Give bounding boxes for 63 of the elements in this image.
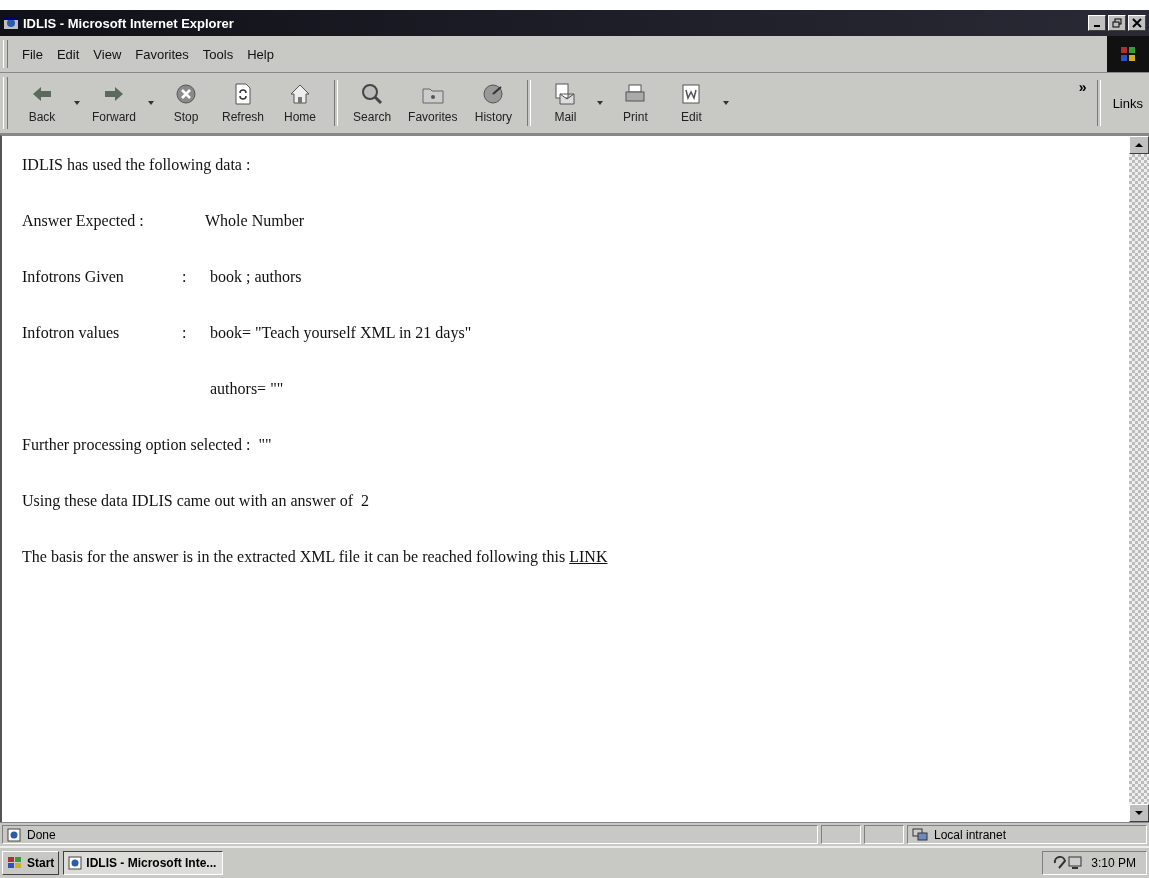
toolbar-button[interactable]: History <box>465 80 522 126</box>
toolbar-button[interactable]: Edit <box>663 80 720 126</box>
more-button[interactable]: » <box>1074 79 1091 95</box>
stop-icon <box>174 82 198 106</box>
toolbar-button[interactable]: Favorites <box>400 80 466 126</box>
page-icon <box>7 827 21 842</box>
body-text: IDLIS has used the following data : <box>22 156 252 176</box>
field-label: Infotron values <box>22 324 120 341</box>
network-icon <box>912 827 928 842</box>
links-button[interactable]: Links <box>1106 95 1149 111</box>
colon-text: : <box>182 268 187 285</box>
start-button[interactable]: Start <box>2 851 60 875</box>
history-icon <box>481 82 506 106</box>
field-label: Answer Expected : <box>22 212 144 229</box>
caret-icon[interactable] <box>148 101 154 105</box>
body-text: Using these data IDLIS came out with an answer of 2 <box>22 492 370 512</box>
field-value: Whole Number <box>205 212 305 231</box>
window-title: IDLIS - Microsoft Internet Explorer <box>23 15 234 31</box>
close-button[interactable] <box>1128 15 1146 31</box>
windows-logo-icon <box>1107 36 1149 72</box>
menu-item[interactable]: Help <box>241 46 280 62</box>
caret-icon[interactable] <box>597 101 604 105</box>
toolbar-button[interactable]: Mail <box>537 80 594 126</box>
minimize-icon <box>1094 25 1100 27</box>
menu-item[interactable]: File <box>16 46 49 62</box>
restore-button[interactable] <box>1108 15 1126 31</box>
scrollbar[interactable] <box>1129 136 1149 822</box>
mail-icon <box>553 82 578 106</box>
menu-item[interactable]: Edit <box>50 46 86 62</box>
body-text: Further processing option selected : "" <box>22 436 273 456</box>
link[interactable]: LINK <box>569 548 608 565</box>
field-value: book= "Teach yourself XML in 21 days" <box>210 324 472 344</box>
status-text: Done <box>27 827 56 842</box>
caret-icon[interactable] <box>74 101 80 105</box>
caret-icon[interactable] <box>723 101 730 105</box>
field-label: Infotrons Given <box>22 268 124 285</box>
toolbar-button[interactable]: Search <box>344 80 401 126</box>
colon-text: : <box>182 324 187 341</box>
toolbar-button[interactable]: Stop <box>158 80 214 126</box>
toolbar-button[interactable]: Back <box>14 80 70 126</box>
minimize-button[interactable] <box>1088 15 1106 31</box>
zone-text: Local intranet <box>934 827 1007 842</box>
close-icon <box>1132 18 1142 28</box>
taskbar-button[interactable]: IDLIS - Microsoft Inte... <box>63 851 224 875</box>
toolbar-button[interactable]: Print <box>607 80 664 126</box>
up-arrow-icon <box>1135 143 1143 147</box>
restore-icon <box>1112 18 1122 28</box>
menu-item[interactable]: Favorites <box>129 46 195 62</box>
field-value: book ; authors <box>210 268 302 287</box>
toolbar-button[interactable]: Refresh <box>214 80 273 126</box>
windows-logo-icon <box>7 856 23 870</box>
toolbar-button[interactable]: Forward <box>84 80 144 126</box>
search-icon <box>360 82 385 106</box>
field-value: authors= "" <box>210 380 284 399</box>
body-text: The basis for the answer is in the extracted XML file it can be reached following this LINK <box>22 548 609 568</box>
menu-item[interactable]: View <box>87 46 128 62</box>
page-icon <box>68 856 83 870</box>
tray-icon <box>1053 855 1084 871</box>
browser-icon <box>3 15 19 31</box>
menu-item[interactable]: Tools <box>196 46 240 62</box>
clock: 3:10 PM <box>1091 856 1136 870</box>
down-arrow-icon <box>1135 811 1143 815</box>
toolbar-button[interactable]: Home <box>272 80 329 126</box>
